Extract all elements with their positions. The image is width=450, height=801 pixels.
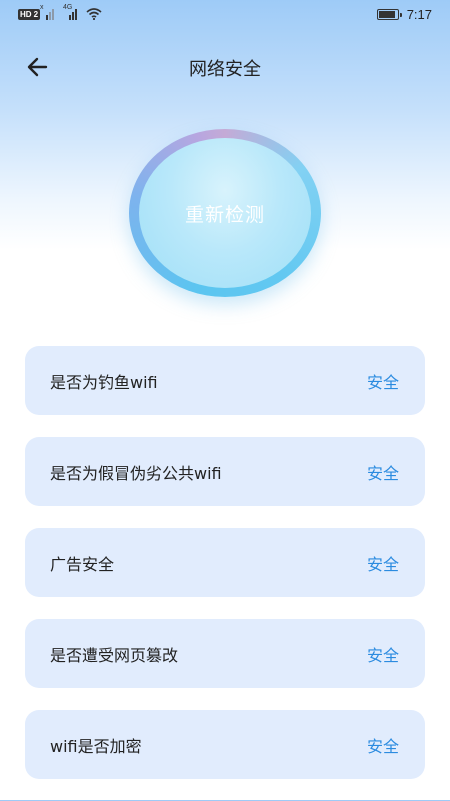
status-icons-left: HD 2 x 4G — [18, 4, 102, 20]
recheck-button[interactable]: 重新检测 — [129, 129, 321, 297]
clock: 7:17 — [406, 7, 432, 22]
status-bar: HD 2 x 4G 7:17 — [0, 0, 450, 32]
status-icons-right: 7:17 — [376, 7, 432, 22]
check-item-page-tampering: 是否遭受网页篡改 安全 — [25, 619, 425, 688]
check-item-status: 安全 — [366, 736, 399, 756]
check-item-label: 是否为假冒伪劣公共wifi — [50, 463, 222, 483]
check-item-fake-public-wifi: 是否为假冒伪劣公共wifi 安全 — [25, 437, 425, 506]
check-item-status: 安全 — [366, 554, 399, 574]
hd-badge: HD 2 — [18, 9, 41, 20]
check-item-status: 安全 — [366, 645, 399, 665]
check-item-label: 是否为钓鱼wifi — [50, 372, 158, 392]
signal-icon: 4G — [63, 4, 80, 20]
security-check-list: 是否为钓鱼wifi 安全 是否为假冒伪劣公共wifi 安全 广告安全 安全 是否… — [25, 346, 425, 801]
recheck-button-core: 重新检测 — [139, 138, 311, 288]
check-item-status: 安全 — [366, 372, 399, 392]
check-item-label: 广告安全 — [50, 554, 115, 574]
check-item-ad-security: 广告安全 安全 — [25, 528, 425, 597]
check-item-phishing-wifi: 是否为钓鱼wifi 安全 — [25, 346, 425, 415]
page-title: 网络安全 — [189, 59, 261, 80]
recheck-label: 重新检测 — [184, 203, 265, 226]
battery-icon — [376, 9, 402, 20]
check-item-label: wifi是否加密 — [50, 736, 142, 756]
check-item-status: 安全 — [366, 463, 399, 483]
check-item-label: 是否遭受网页篡改 — [50, 645, 179, 665]
check-item-wifi-encryption: wifi是否加密 安全 — [25, 710, 425, 779]
signal-icon: x — [40, 4, 57, 20]
wifi-icon — [86, 8, 102, 20]
